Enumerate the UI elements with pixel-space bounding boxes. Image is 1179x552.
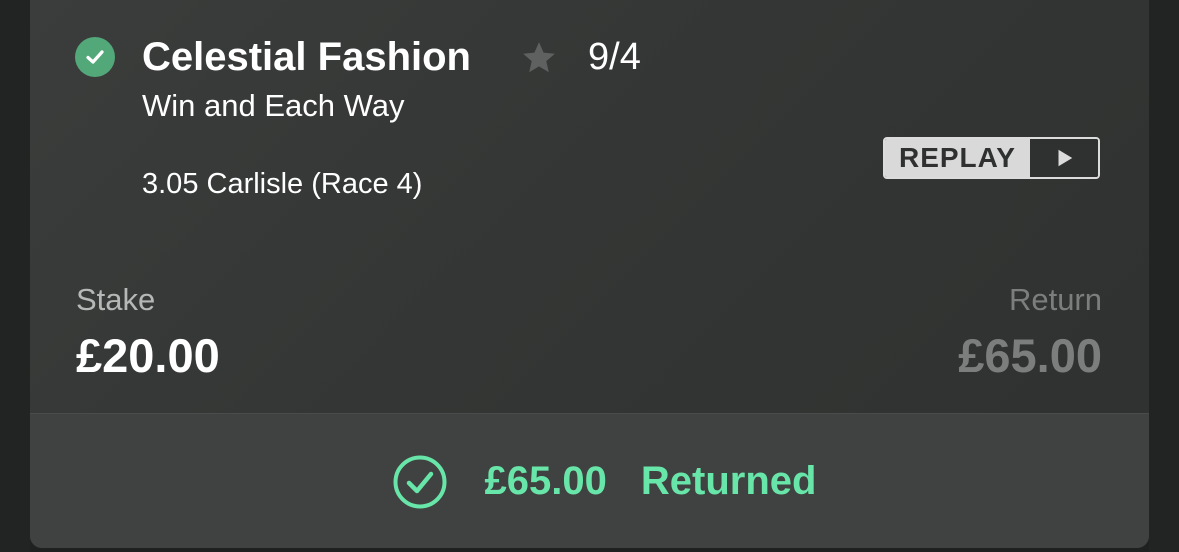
stake-label: Stake [76, 282, 156, 317]
result-summary: £65.00 Returned [30, 414, 1149, 548]
bet-card: Celestial Fashion 9/4 Win and Each Way 3… [30, 0, 1149, 548]
returned-text: Returned [640, 459, 817, 503]
check-circle-icon [75, 37, 115, 77]
replay-label: REPLAY [885, 139, 1030, 177]
play-icon [1030, 139, 1098, 177]
odds: 9/4 [588, 36, 641, 78]
market-name: Win and Each Way [142, 88, 405, 123]
return-label: Return [1008, 282, 1102, 317]
stake-value: £20.00 [76, 329, 220, 382]
selection-name: Celestial Fashion [142, 35, 471, 79]
right-gutter [1149, 0, 1179, 552]
check-circle-outline-icon [393, 455, 447, 508]
star-icon[interactable] [520, 39, 558, 77]
replay-button[interactable]: REPLAY [883, 137, 1100, 179]
result-footer: £65.00 Returned [30, 413, 1149, 548]
event-name: 3.05 Carlisle (Race 4) [142, 168, 423, 200]
left-gutter [0, 0, 30, 552]
returned-amount: £65.00 [484, 459, 607, 503]
return-value: £65.00 [958, 329, 1102, 382]
